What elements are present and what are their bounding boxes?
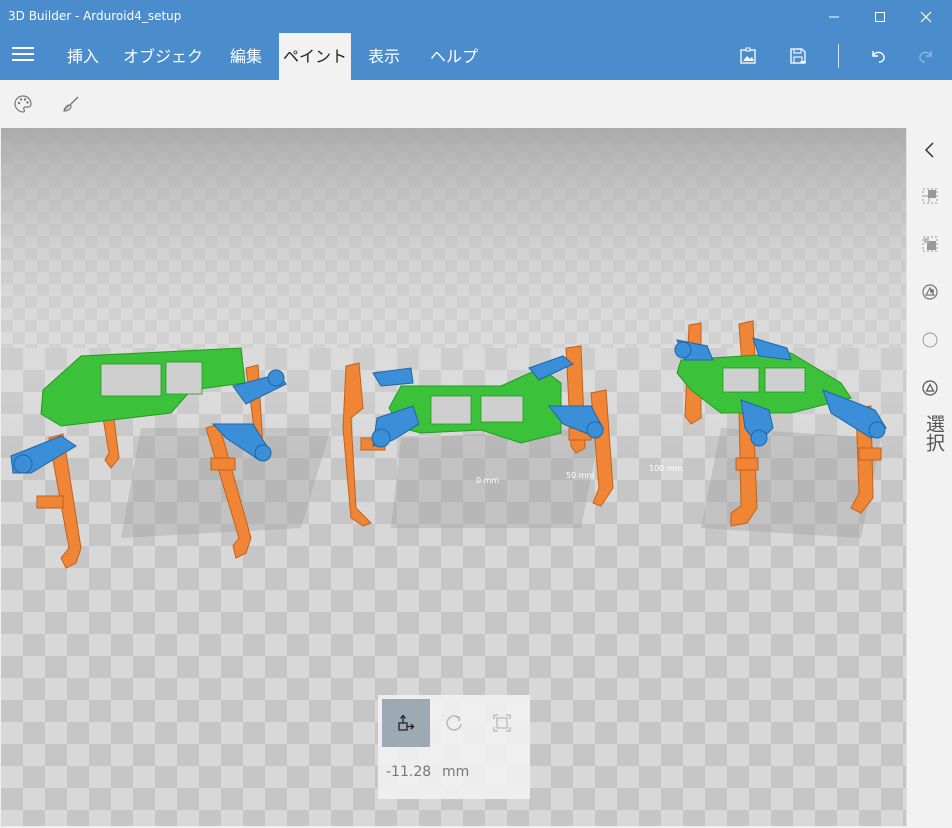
paint-brush-icon[interactable] <box>61 94 81 114</box>
tab-help[interactable]: ヘルプ <box>423 33 485 80</box>
select-edges-icon[interactable] <box>920 282 940 302</box>
grid-label-50: 50 mm <box>566 471 595 480</box>
minimize-icon[interactable] <box>812 0 856 33</box>
select-faces-icon[interactable] <box>920 234 940 254</box>
selection-label: 選択 <box>923 414 945 452</box>
tab-insert[interactable]: 挿入 <box>54 33 112 80</box>
transform-value[interactable]: -11.28 <box>386 764 431 780</box>
close-icon[interactable] <box>904 0 948 33</box>
rotate-icon[interactable] <box>430 699 478 747</box>
move-icon[interactable] <box>382 699 430 747</box>
tab-object[interactable]: オブジェクト <box>118 33 208 113</box>
collapse-chevron-icon[interactable] <box>920 140 940 160</box>
grid-label-100: 100 mm <box>649 464 683 473</box>
undo-icon[interactable] <box>867 45 889 67</box>
image-export-icon[interactable] <box>737 45 759 67</box>
grid-label-0: 0 mm <box>476 476 499 485</box>
menu-separator <box>838 44 839 68</box>
select-object-icon[interactable] <box>920 186 940 206</box>
select-vertices-icon[interactable] <box>920 330 940 350</box>
scale-icon[interactable] <box>478 699 526 747</box>
hamburger-menu-icon[interactable] <box>12 47 34 67</box>
menu-bar: 挿入 オブジェクト 編集 ペイント 表示 ヘルプ <box>0 33 952 113</box>
tab-view[interactable]: 表示 <box>358 33 410 80</box>
window-title: 3D Builder - Arduroid4_setup <box>8 9 182 23</box>
select-triangles-icon[interactable] <box>920 378 940 398</box>
tab-paint[interactable]: ペイント <box>279 33 351 80</box>
selection-panel: 選択 <box>906 128 952 828</box>
app-window: 3D Builder - Arduroid4_setup 挿入 オブジェクト 編… <box>0 0 952 828</box>
palette-icon[interactable] <box>13 94 33 114</box>
save-icon[interactable] <box>787 45 809 67</box>
tab-edit[interactable]: 編集 <box>220 33 272 80</box>
transform-unit: mm <box>442 764 470 780</box>
transform-panel: -11.28 mm <box>378 695 530 799</box>
title-bar: 3D Builder - Arduroid4_setup <box>0 0 952 33</box>
redo-icon[interactable] <box>915 45 937 67</box>
paint-toolbar <box>0 80 952 128</box>
maximize-icon[interactable] <box>858 0 902 33</box>
